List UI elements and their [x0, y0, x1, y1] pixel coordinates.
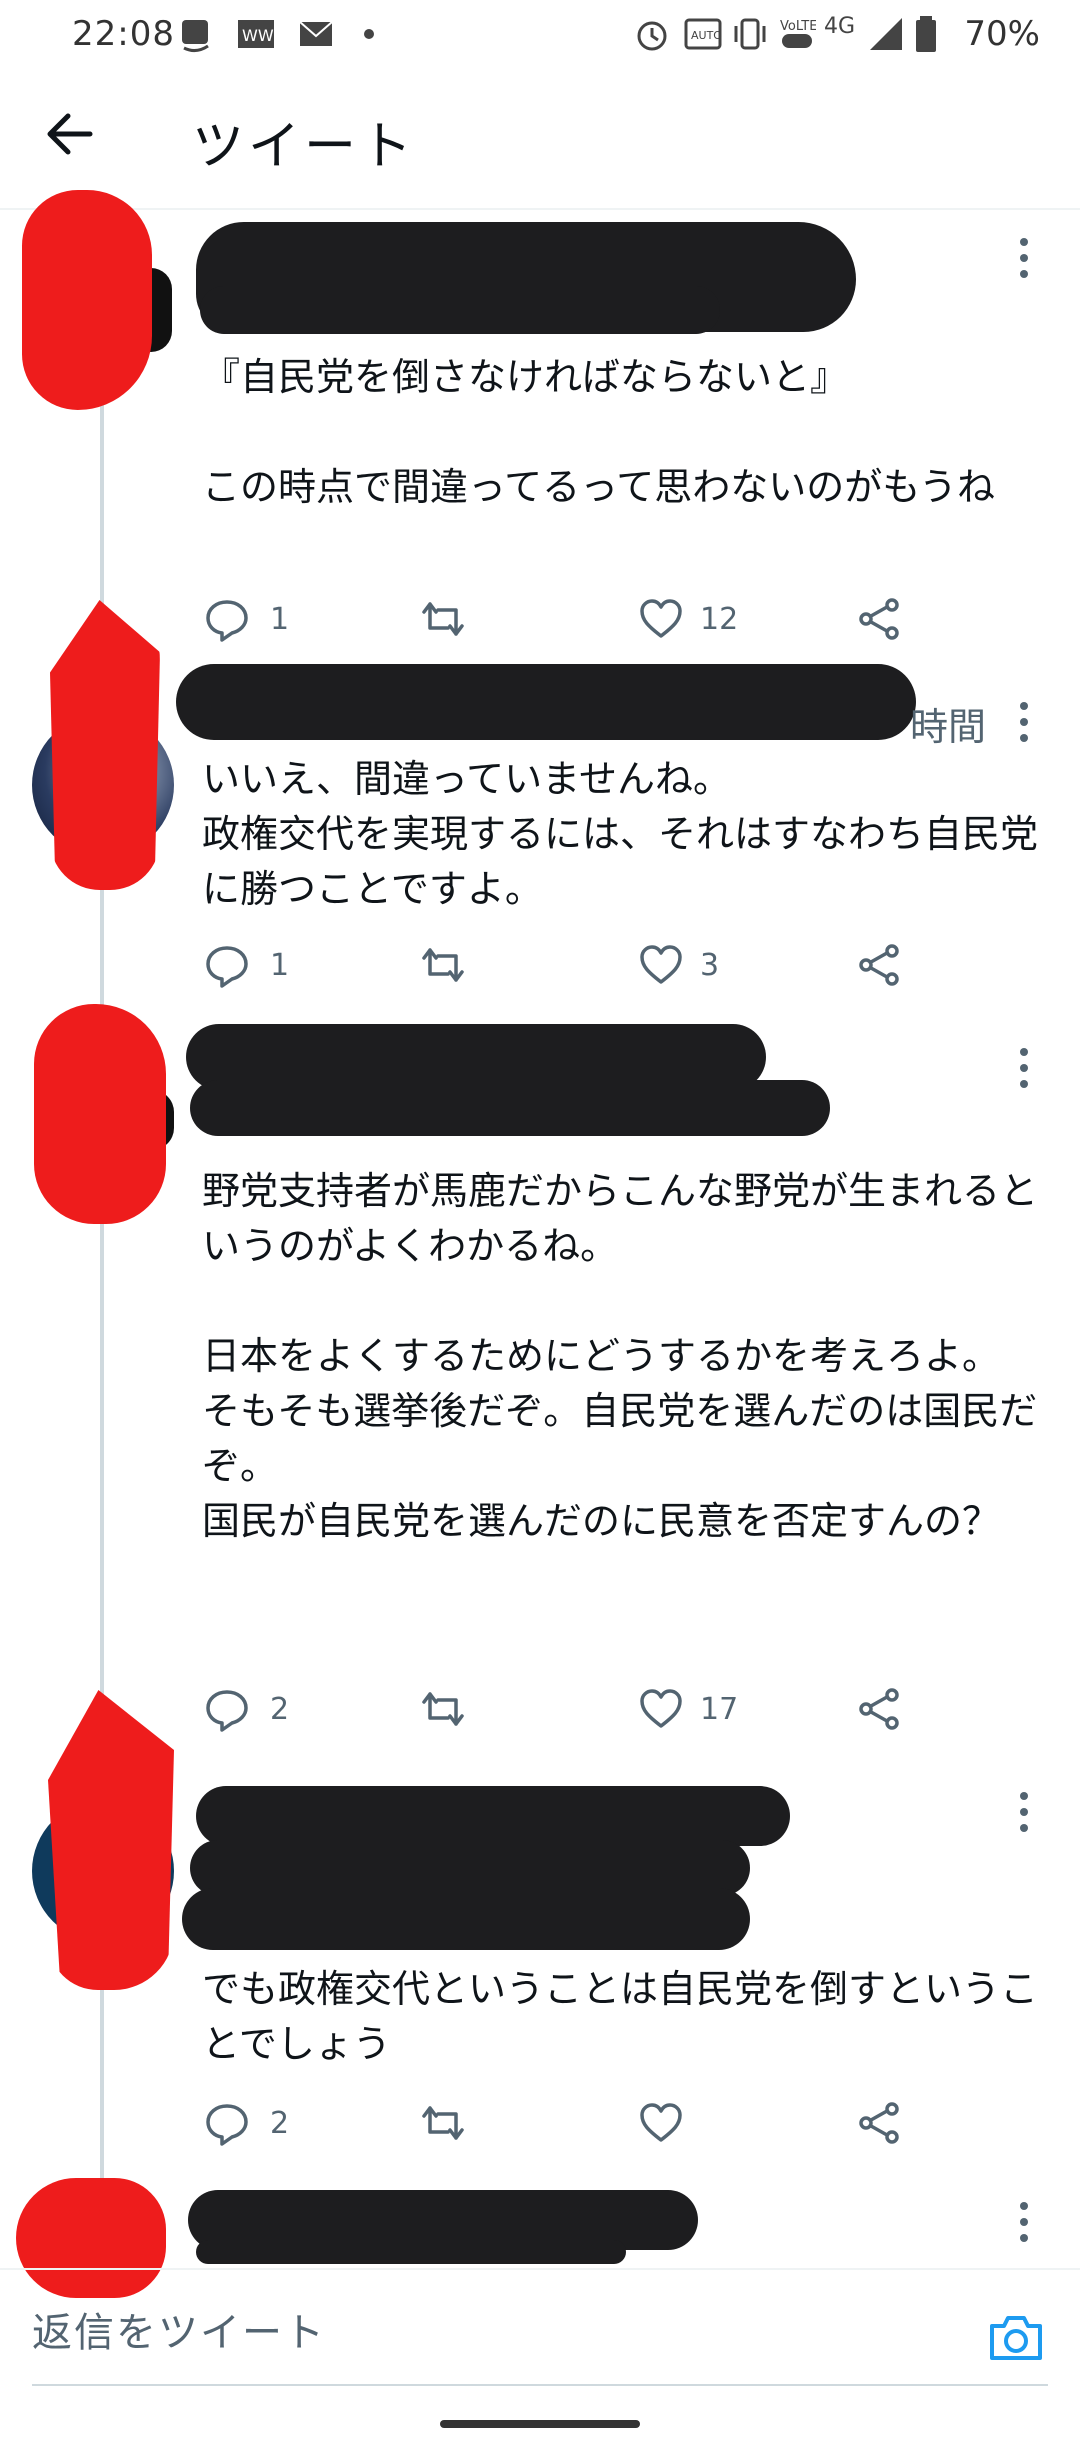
- reply-button[interactable]: 1: [204, 596, 289, 642]
- retweet-icon: [422, 1692, 464, 1726]
- more-options-icon[interactable]: [1014, 2200, 1034, 2244]
- share-icon: [859, 598, 899, 640]
- more-options-icon[interactable]: [1014, 1790, 1034, 1834]
- tweet-time: 時間: [910, 705, 987, 749]
- svg-text:AUTO: AUTO: [691, 29, 722, 42]
- reply-divider: [0, 2268, 1080, 2270]
- retweet-icon: [422, 948, 464, 982]
- status-time: 22:08: [72, 14, 175, 54]
- more-options-icon[interactable]: [1014, 700, 1034, 744]
- status-bar: 22:08 WW AUTO VoLTE 4G 70%: [0, 0, 1080, 72]
- share-button[interactable]: [856, 2100, 902, 2146]
- heart-icon: [640, 599, 682, 638]
- retweet-icon: [422, 2106, 464, 2140]
- share-icon: [859, 944, 899, 986]
- like-button[interactable]: 12: [638, 596, 738, 642]
- author-redaction: [182, 1888, 750, 1950]
- avatar-redaction: [48, 1690, 174, 1990]
- reply-icon: [206, 600, 248, 642]
- dot-icon: [364, 29, 374, 39]
- tweet-text: いいえ、間違っていませんね。 政権交代を実現するには、それはすなわち自民党に勝つ…: [202, 757, 1039, 911]
- mail-icon: [299, 21, 333, 46]
- like-button[interactable]: 3: [638, 942, 719, 988]
- like-button[interactable]: [638, 2100, 684, 2146]
- battery-level: 70%: [964, 14, 1040, 54]
- author-redaction: [176, 664, 916, 740]
- camera-icon: [990, 2316, 1042, 2360]
- reply-button[interactable]: 2: [204, 2100, 289, 2146]
- reply-icon: [206, 2104, 248, 2146]
- heart-icon: [640, 945, 682, 984]
- vibrate-icon: [734, 18, 766, 50]
- reply-button[interactable]: 1: [204, 942, 289, 988]
- tweet-text: でも政権交代ということは自民党を倒すということでしょう: [202, 1967, 1039, 2066]
- like-count: 17: [700, 1691, 739, 1727]
- author-redaction: [196, 2240, 626, 2264]
- like-button[interactable]: 17: [638, 1686, 738, 1732]
- back-arrow-icon: [47, 113, 93, 155]
- tweet-text: 『自民党を倒さなければならないと』 この時点で間違ってるって思わないのがもうね: [202, 355, 996, 509]
- like-count: 12: [700, 601, 739, 637]
- volte-icon: VoLTE: [780, 19, 816, 48]
- author-redaction: [190, 1080, 830, 1136]
- svg-text:WW: WW: [242, 26, 274, 45]
- reply-underline: [32, 2384, 1048, 2386]
- reply-button[interactable]: 2: [204, 1686, 289, 1732]
- avatar-redaction: [34, 1004, 166, 1224]
- svg-text:VoLTE: VoLTE: [780, 19, 816, 34]
- app-icon: WW: [238, 20, 274, 48]
- avatar-redaction: [50, 600, 160, 890]
- share-button[interactable]: [856, 1686, 902, 1732]
- share-icon: [859, 1688, 899, 1730]
- retweet-button[interactable]: [420, 2100, 466, 2146]
- avatar-redaction: [16, 2178, 166, 2298]
- auto-icon: AUTO: [684, 18, 722, 50]
- alarm-icon: [637, 21, 667, 51]
- reply-count: 2: [270, 1691, 290, 1727]
- share-icon: [859, 2102, 899, 2144]
- reply-icon: [206, 946, 248, 988]
- reply-count: 2: [270, 2105, 290, 2141]
- battery-icon: [916, 16, 936, 52]
- tweet-text: 野党支持者が馬鹿だからこんな野党が生まれるというのがよくわかるね。 日本をよくす…: [202, 1169, 1039, 1543]
- page-title: ツイート: [192, 117, 417, 177]
- like-count: 3: [700, 947, 720, 983]
- retweet-button[interactable]: [420, 596, 466, 642]
- avatar-redaction: [22, 190, 152, 410]
- retweet-icon: [422, 602, 464, 636]
- reply-count: 1: [270, 601, 290, 637]
- signal-icon: [870, 18, 902, 50]
- reply-count: 1: [270, 947, 290, 983]
- heart-icon: [640, 1689, 682, 1728]
- more-options-icon[interactable]: [1014, 1046, 1034, 1090]
- more-options-icon[interactable]: [1014, 236, 1034, 280]
- author-redaction: [200, 286, 720, 334]
- home-indicator: [440, 2420, 640, 2428]
- retweet-button[interactable]: [420, 942, 466, 988]
- reply-input[interactable]: 返信をツイート: [32, 2300, 326, 2358]
- back-button[interactable]: [40, 104, 100, 164]
- header-divider: [0, 208, 1080, 210]
- heart-icon: [640, 2103, 682, 2142]
- network-type: 4G: [824, 14, 856, 39]
- amazon-icon: [182, 20, 209, 53]
- reply-icon: [206, 1690, 248, 1732]
- camera-button[interactable]: [986, 2308, 1046, 2368]
- retweet-button[interactable]: [420, 1686, 466, 1732]
- author-redaction: [196, 1786, 790, 1846]
- share-button[interactable]: [856, 596, 902, 642]
- share-button[interactable]: [856, 942, 902, 988]
